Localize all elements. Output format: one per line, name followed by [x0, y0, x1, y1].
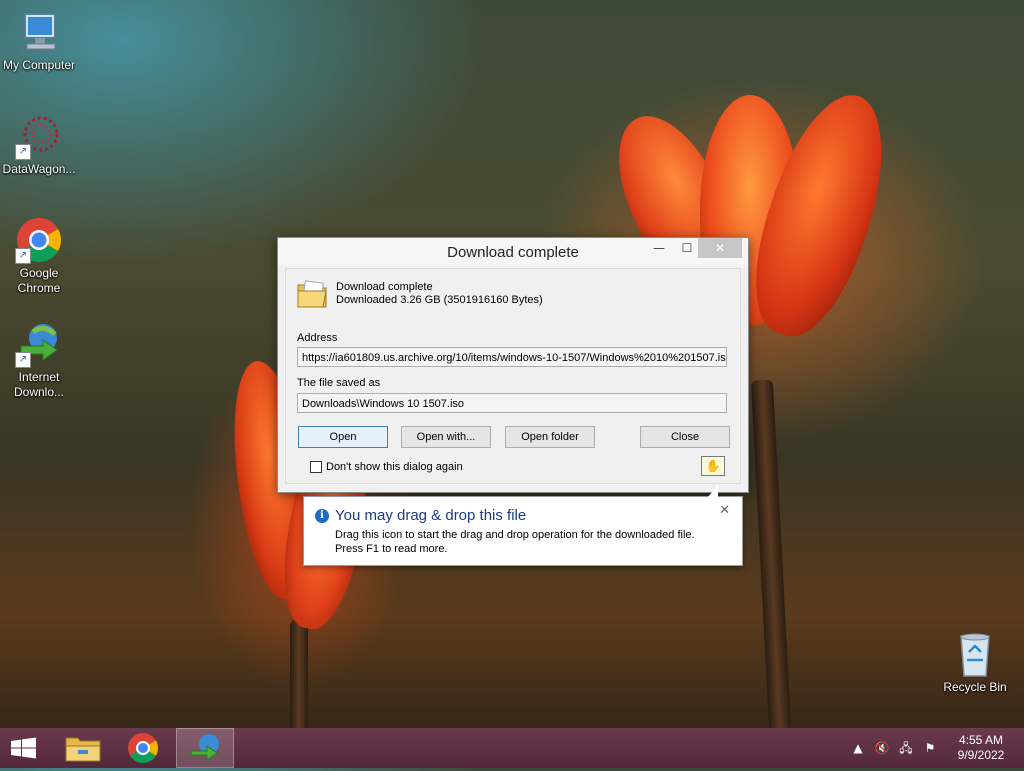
desktop-icon-internet-download-manager[interactable]: ↗ Internet Downlo...: [0, 320, 78, 400]
taskbar-internet-download-manager[interactable]: [176, 728, 234, 768]
datawagon-icon: ↗: [15, 112, 63, 160]
tooltip-line: Drag this icon to start the drag and dro…: [335, 529, 695, 541]
chrome-icon: ↗: [15, 216, 63, 264]
dialog-titlebar[interactable]: Download complete — ☐ ✕: [278, 238, 748, 266]
taskbar-file-explorer[interactable]: [56, 728, 112, 768]
desktop-icon-label: DataWagon...: [2, 162, 76, 176]
taskbar-clock[interactable]: 4:55 AM 9/9/2022: [950, 733, 1012, 763]
saved-as-field[interactable]: Downloads\Windows 10 1507.iso: [297, 393, 727, 413]
saved-as-label: The file saved as: [297, 377, 381, 389]
network-icon[interactable]: 🖧: [898, 740, 914, 756]
download-message: Download complete Downloaded 3.26 GB (35…: [336, 281, 543, 307]
tooltip-line: Press F1 to read more.: [335, 543, 448, 555]
drag-drop-icon[interactable]: ✋: [701, 456, 725, 476]
info-icon: i: [315, 509, 329, 523]
dont-show-checkbox[interactable]: [310, 461, 322, 473]
tooltip-pointer: [708, 485, 718, 497]
folder-icon: [65, 737, 101, 762]
taskbar-chrome[interactable]: [115, 728, 171, 768]
shortcut-arrow-icon: ↗: [15, 248, 31, 264]
computer-icon: [15, 8, 63, 56]
tooltip-close-icon[interactable]: ✕: [719, 503, 730, 518]
open-with-button[interactable]: Open with...: [401, 426, 491, 448]
clock-date: 9/9/2022: [957, 748, 1005, 762]
dialog-body: Download complete Downloaded 3.26 GB (35…: [285, 268, 741, 484]
recycle-bin-icon: [951, 630, 999, 678]
download-heading: Download complete: [336, 281, 433, 293]
tooltip-text: Drag this icon to start the drag and dro…: [335, 528, 735, 556]
desktop-icon-recycle-bin[interactable]: Recycle Bin: [936, 630, 1014, 695]
address-label: Address: [297, 332, 338, 344]
taskbar: ▲ 🔇 🖧 ⚑ 4:55 AM 9/9/2022: [0, 728, 1024, 768]
action-center-flag-icon[interactable]: ⚑: [922, 740, 938, 756]
idm-icon: [190, 734, 219, 761]
close-button[interactable]: Close: [640, 426, 730, 448]
open-button[interactable]: Open: [298, 426, 388, 448]
desktop-icon-label: Internet Downlo...: [13, 370, 65, 399]
desktop-icon-label: My Computer: [2, 58, 76, 72]
download-complete-dialog: Download complete — ☐ ✕ Download complet…: [277, 237, 749, 493]
volume-muted-icon[interactable]: 🔇: [874, 740, 890, 756]
shortcut-arrow-icon: ↗: [15, 352, 31, 368]
close-window-button[interactable]: ✕: [698, 238, 742, 258]
clock-time: 4:55 AM: [958, 733, 1004, 747]
dont-show-label[interactable]: Don't show this dialog again: [326, 461, 463, 473]
download-size: Downloaded 3.26 GB (3501916160 Bytes): [336, 294, 543, 306]
desktop-icon-datawagon[interactable]: ↗ DataWagon...: [0, 112, 78, 177]
idm-icon: ↗: [15, 320, 63, 368]
folder-icon: [296, 279, 328, 309]
windows-logo-icon: [11, 737, 36, 759]
address-field[interactable]: https://ia601809.us.archive.org/10/items…: [297, 347, 727, 367]
chrome-icon: [128, 733, 159, 764]
maximize-button[interactable]: ☐: [674, 238, 700, 258]
desktop-icon-google-chrome[interactable]: ↗ Google Chrome: [0, 216, 78, 296]
show-hidden-icons-icon[interactable]: ▲: [850, 740, 866, 756]
drag-drop-tooltip: i You may drag & drop this file ✕ Drag t…: [303, 485, 743, 566]
desktop-icon-label: Google Chrome: [17, 266, 61, 295]
start-button[interactable]: [0, 728, 56, 768]
desktop-icon-label: Recycle Bin: [943, 680, 1007, 694]
shortcut-arrow-icon: ↗: [15, 144, 31, 160]
desktop-icon-my-computer[interactable]: My Computer: [0, 8, 78, 73]
minimize-button[interactable]: —: [646, 238, 672, 258]
open-folder-button[interactable]: Open folder: [505, 426, 595, 448]
tooltip-title: You may drag & drop this file: [335, 507, 527, 524]
